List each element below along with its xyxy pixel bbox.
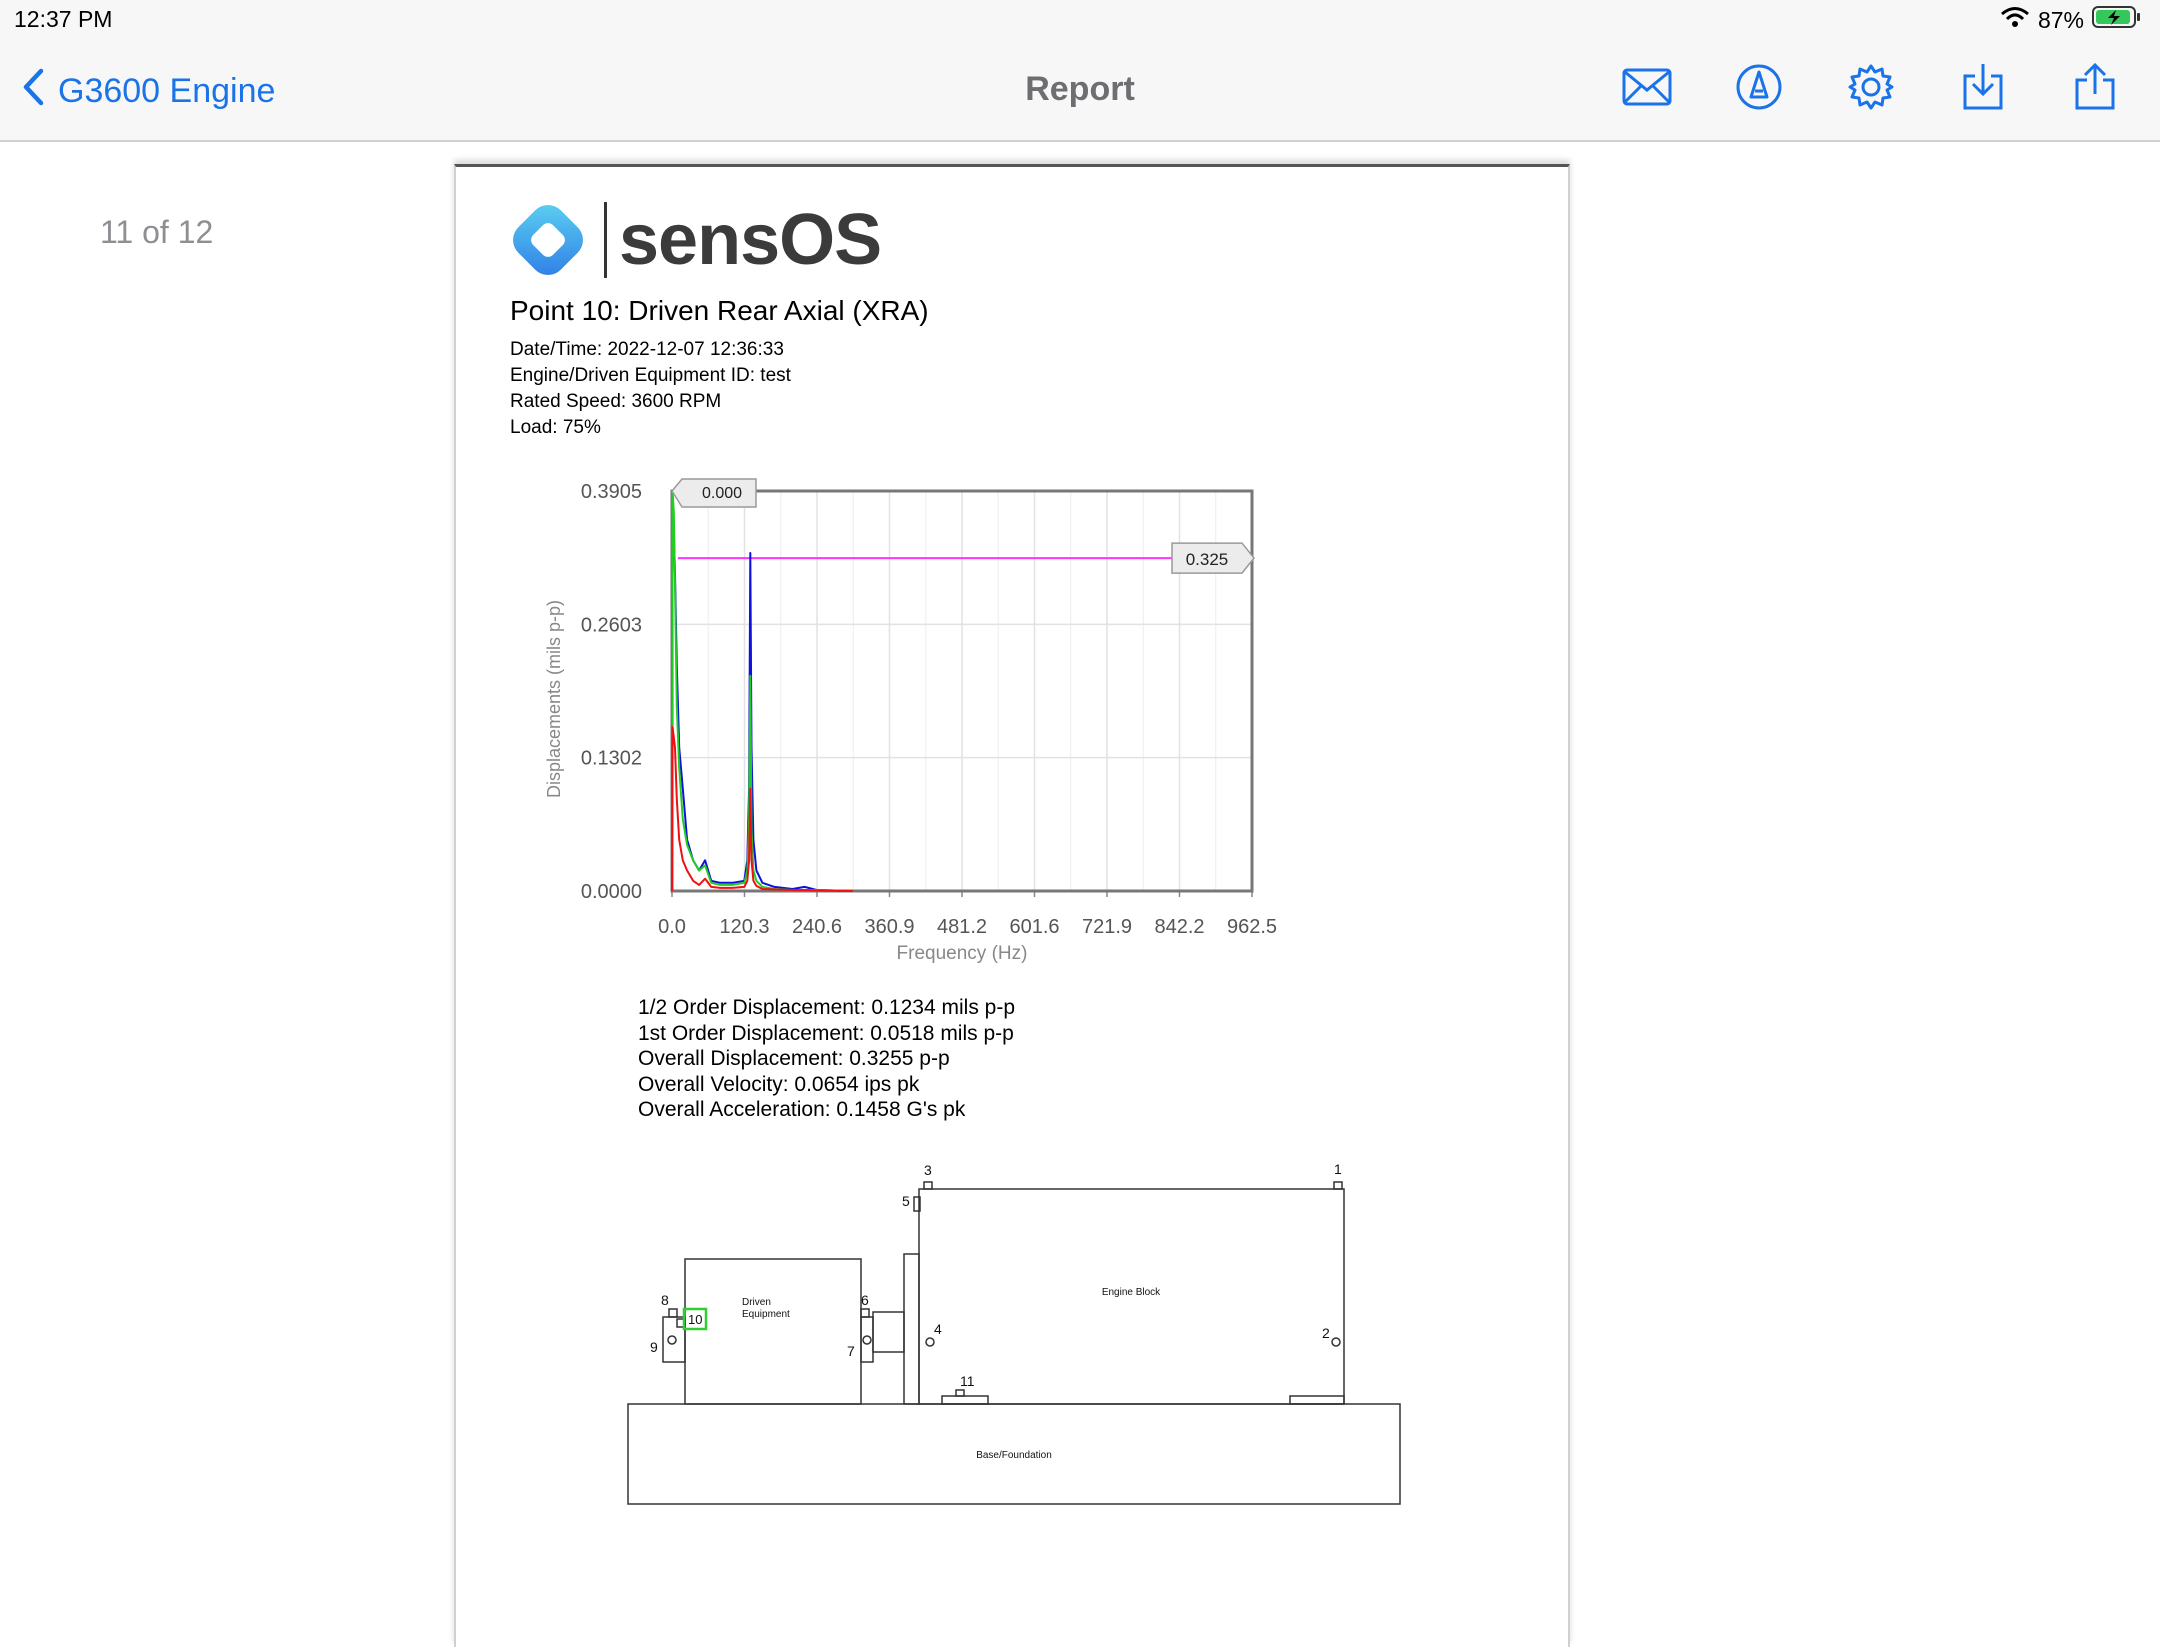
driven-rear-cap [662, 1316, 686, 1363]
page-counter: 11 of 12 [100, 214, 214, 250]
point-label-8: 8 [661, 1292, 669, 1308]
logo-text: sensOS [619, 200, 882, 280]
point-label-6: 6 [861, 1292, 869, 1308]
x-tick-label: 120.3 [719, 916, 769, 938]
sensos-logo-icon [513, 205, 583, 275]
sensor-mount-8 [668, 1308, 678, 1318]
sensor-mount-6 [860, 1308, 870, 1318]
status-right: 87% [2000, 5, 2142, 35]
mail-icon [1622, 68, 1672, 106]
point-label-10: 10 [688, 1312, 702, 1327]
sensor-point-4 [925, 1337, 935, 1347]
sensor-point-9 [667, 1335, 677, 1345]
summary-stats: 1/2 Order Displacement: 0.1234 mils p-p … [638, 995, 1015, 1123]
y-tick-label: 0.0000 [581, 881, 642, 903]
point-label-3: 3 [924, 1162, 932, 1178]
coupling-hub [872, 1311, 905, 1353]
x-tick-label: 721.9 [1082, 916, 1132, 938]
driven-equipment-label-1: Driven [742, 1297, 771, 1308]
sensor-mount-1 [1333, 1181, 1343, 1190]
driven-equipment-block [684, 1258, 862, 1405]
share-icon [2075, 62, 2115, 110]
meta-rated-speed: Rated Speed: 3600 RPM [510, 391, 722, 412]
sensos-logo: sensOS [510, 199, 882, 281]
stat-overall-velocity: Overall Velocity: 0.0654 ips pk [638, 1072, 920, 1096]
download-button[interactable] [1958, 62, 2008, 112]
sensor-mount-11 [955, 1389, 965, 1397]
sensor-mount-3 [923, 1181, 933, 1190]
x-tick-label: 360.9 [864, 916, 914, 938]
engine-foot-left [941, 1395, 989, 1405]
report-meta: Date/Time: 2022-12-07 12:36:33 Engine/Dr… [510, 337, 791, 441]
report-page[interactable]: sensOS Point 10: Driven Rear Axial (XRA)… [454, 164, 1570, 1647]
point-label-5: 5 [902, 1193, 910, 1209]
point-label-4: 4 [934, 1321, 942, 1337]
stat-overall-displacement: Overall Displacement: 0.3255 p-p [638, 1047, 950, 1070]
point-label-7: 7 [847, 1343, 855, 1359]
x-tick-label: 0.0 [658, 916, 686, 938]
meta-load: Load: 75% [510, 417, 601, 438]
sensor-point-7 [862, 1335, 872, 1345]
x-tick-label: 481.2 [937, 916, 987, 938]
mail-button[interactable] [1622, 62, 1672, 112]
cursor-tag-label: 0.000 [702, 485, 742, 502]
stat-first-order: 1st Order Displacement: 0.0518 mils p-p [638, 1021, 1014, 1045]
base-foundation-label: Base/Foundation [976, 1450, 1052, 1461]
battery-percent: 87% [2037, 6, 2084, 33]
settings-button[interactable] [1846, 62, 1896, 112]
navigation-bar: G3600 Engine Report [0, 40, 2160, 142]
x-tick-label: 601.6 [1009, 916, 1059, 938]
pen-markup-icon [1736, 64, 1782, 110]
point-label-11: 11 [960, 1373, 975, 1389]
y-tick-label: 0.1302 [581, 748, 642, 770]
x-tick-label: 962.5 [1227, 916, 1277, 938]
battery-icon [2092, 5, 2142, 35]
download-icon [1963, 64, 2003, 110]
x-tick-label: 240.6 [792, 916, 842, 938]
point-label-2: 2 [1322, 1325, 1330, 1341]
point-label-9: 9 [650, 1339, 658, 1355]
toolbar-actions [1622, 62, 2120, 112]
driven-equipment-label-2: Equipment [742, 1309, 790, 1320]
y-tick-label: 0.3905 [581, 481, 642, 503]
wifi-icon [2000, 6, 2030, 34]
gear-icon [1848, 64, 1894, 110]
coupling-plate [903, 1253, 920, 1405]
y-axis-label: Displacements (mils p-p) [544, 600, 564, 798]
stat-half-order: 1/2 Order Displacement: 0.1234 mils p-p [638, 996, 1016, 1019]
meta-equipment-id: Engine/Driven Equipment ID: test [510, 365, 791, 386]
equipment-diagram: 1 2 3 4 5 6 7 8 9 10 11 Engine Block Dri… [627, 1161, 1401, 1505]
status-bar: 12:37 PM 87% [0, 0, 2160, 40]
x-axis-label: Frequency (Hz) [897, 943, 1028, 964]
sensor-point-2 [1331, 1337, 1341, 1347]
logo-divider [604, 202, 607, 278]
spectrum-series-2 [671, 490, 853, 892]
x-tick-label: 842.2 [1154, 916, 1204, 938]
y-tick-label: 0.2603 [581, 614, 642, 636]
engine-foot-right [1289, 1395, 1345, 1405]
share-button[interactable] [2070, 62, 2120, 112]
markup-button[interactable] [1734, 62, 1784, 112]
spectrum-series-1 [671, 511, 853, 892]
engine-block-label: Engine Block [1102, 1287, 1161, 1298]
spectrum-series-3 [671, 726, 853, 892]
point-label-1: 1 [1334, 1161, 1342, 1177]
point-title: Point 10: Driven Rear Axial (XRA) [510, 295, 929, 326]
threshold-tag-label: 0.325 [1186, 550, 1229, 569]
stat-overall-acceleration: Overall Acceleration: 0.1458 G's pk [638, 1098, 966, 1121]
status-time: 12:37 PM [14, 6, 113, 32]
meta-datetime: Date/Time: 2022-12-07 12:36:33 [510, 339, 784, 360]
